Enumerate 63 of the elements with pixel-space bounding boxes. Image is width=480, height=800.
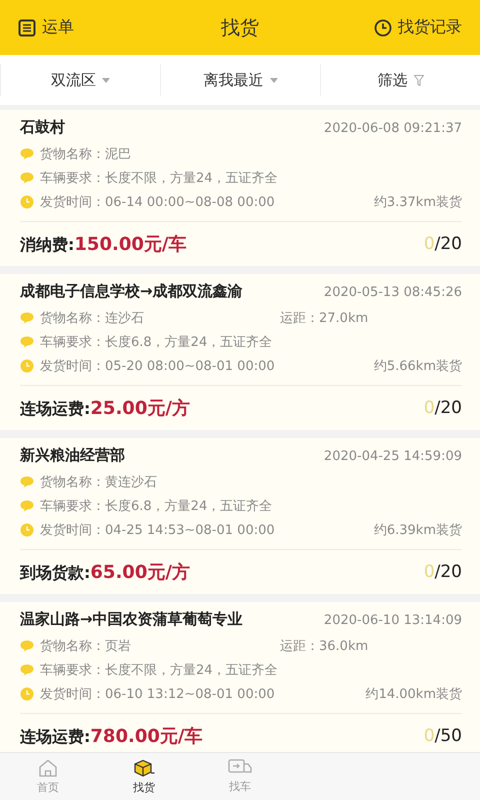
post-time: 2020-06-10 13:14:09 — [324, 613, 462, 628]
fee-text: 到场货款:65.00元/方 — [20, 561, 190, 584]
detail-text: 货物名称：泥巴 — [40, 146, 132, 163]
pickup-distance: 约14.00km装货 — [366, 686, 462, 703]
post-time: 2020-04-25 14:59:09 — [324, 449, 462, 464]
caret-icon — [102, 78, 110, 82]
detail-text: 车辆要求：长度不限，方量24，五证齐全 — [40, 170, 279, 187]
post-time: 2020-05-13 08:45:26 — [324, 285, 462, 300]
distance-text: 运距：36.0km — [280, 638, 368, 655]
page-title: 找货 — [221, 16, 259, 40]
pickup-distance: 约5.66km装货 — [374, 358, 462, 375]
cargo-title: 石鼓村 — [20, 118, 65, 137]
load-count: 0/20 — [424, 234, 462, 254]
box-icon — [133, 758, 155, 776]
fee-text: 连场运费:25.00元/方 — [20, 397, 190, 420]
filter-dropdown[interactable]: 离我最近 — [160, 64, 320, 96]
fee-text: 连场运费:780.00元/车 — [20, 725, 202, 748]
detail-text: 货物名称：连沙石 — [40, 310, 145, 327]
pickup-distance: 约3.37km装货 — [374, 194, 462, 211]
detail-text: 车辆要求：长度6.8，方量24，五证齐全 — [40, 498, 274, 515]
detail-text: 发货时间：06-14 00:00~08-08 00:00 — [40, 194, 276, 211]
chat-bubble-icon — [20, 312, 34, 324]
detail-text: 发货时间：05-20 08:00~08-01 00:00 — [40, 358, 276, 375]
cargo-title: 新兴粮油经营部 — [20, 446, 125, 465]
detail-text: 货物名称：页岩 — [40, 638, 132, 655]
chat-bubble-icon — [20, 336, 34, 348]
detail-text: 发货时间：04-25 14:53~08-01 00:00 — [40, 522, 276, 539]
load-count: 0/50 — [424, 726, 462, 746]
chat-bubble-icon — [20, 476, 34, 488]
chat-bubble-icon — [20, 172, 34, 184]
home-icon — [38, 758, 58, 776]
chat-bubble-icon — [20, 640, 34, 652]
caret-icon — [270, 78, 278, 82]
clock-icon — [20, 523, 34, 537]
chat-bubble-icon — [20, 148, 34, 160]
detail-text: 货物名称：黄连沙石 — [40, 474, 158, 491]
nav-tab[interactable]: 找货 — [96, 753, 192, 800]
list-icon — [18, 18, 36, 36]
post-time: 2020-06-08 09:21:37 — [324, 121, 462, 136]
clock-icon — [20, 687, 34, 701]
chat-bubble-icon — [20, 664, 34, 676]
clock-icon — [20, 195, 34, 209]
cargo-card[interactable]: 石鼓村 2020-06-08 09:21:37 货物名称：泥巴 车辆要求：长度不限，方量24，五证齐全 发货时间：06-14 00:00~08-08 00:00 约3.37km装货 消纳费:150.00元/车 0/20 — [0, 110, 480, 266]
chat-bubble-icon — [20, 500, 34, 512]
clock-icon — [20, 359, 34, 373]
fee-text: 消纳费:150.00元/车 — [20, 233, 186, 256]
cargo-title: 成都电子信息学校→成都双流鑫渝 — [20, 282, 243, 301]
detail-text: 车辆要求：长度不限，方量24，五证齐全 — [40, 662, 279, 679]
detail-text: 车辆要求：长度6.8，方量24，五证齐全 — [40, 334, 274, 351]
cargo-card[interactable]: 温家山路→中国农资蒲草葡萄专业 2020-06-10 13:14:09 货物名称：页岩 运距：36.0km 车辆要求：长度不限，方量24，五证齐全 发货时间：06-10 13:12~08-01 00:00 约14.00km装货 连场运费:780.00元/车 0/50 — [0, 602, 480, 752]
pickup-distance: 约6.39km装货 — [374, 522, 462, 539]
waybill-button[interactable]: 运单 — [18, 17, 221, 38]
cargo-card[interactable]: 成都电子信息学校→成都双流鑫渝 2020-05-13 08:45:26 货物名称：连沙石 运距：27.0km 车辆要求：长度6.8，方量24，五证齐全 发货时间：05-20 08:00~08-01 00:00 约5.66km装货 连场运费:25.00元/方 0/20 — [0, 274, 480, 430]
filter-icon — [414, 74, 424, 86]
filter-dropdown[interactable]: 筛选 — [320, 64, 480, 96]
detail-text: 发货时间：06-10 13:12~08-01 00:00 — [40, 686, 276, 703]
load-count: 0/20 — [424, 398, 462, 418]
cargo-card[interactable]: 新兴粮油经营部 2020-04-25 14:59:09 货物名称：黄连沙石 车辆要求：长度6.8，方量24，五证齐全 发货时间：04-25 14:53~08-01 00:00 约6.39km装货 到场货款:65.00元/方 0/20 — [0, 438, 480, 594]
cargo-title: 温家山路→中国农资蒲草葡萄专业 — [20, 610, 243, 629]
history-button[interactable]: 找货记录 — [374, 17, 462, 38]
filter-dropdown[interactable]: 双流区 — [0, 64, 160, 96]
load-count: 0/20 — [424, 562, 462, 582]
distance-text: 运距：27.0km — [280, 310, 368, 327]
